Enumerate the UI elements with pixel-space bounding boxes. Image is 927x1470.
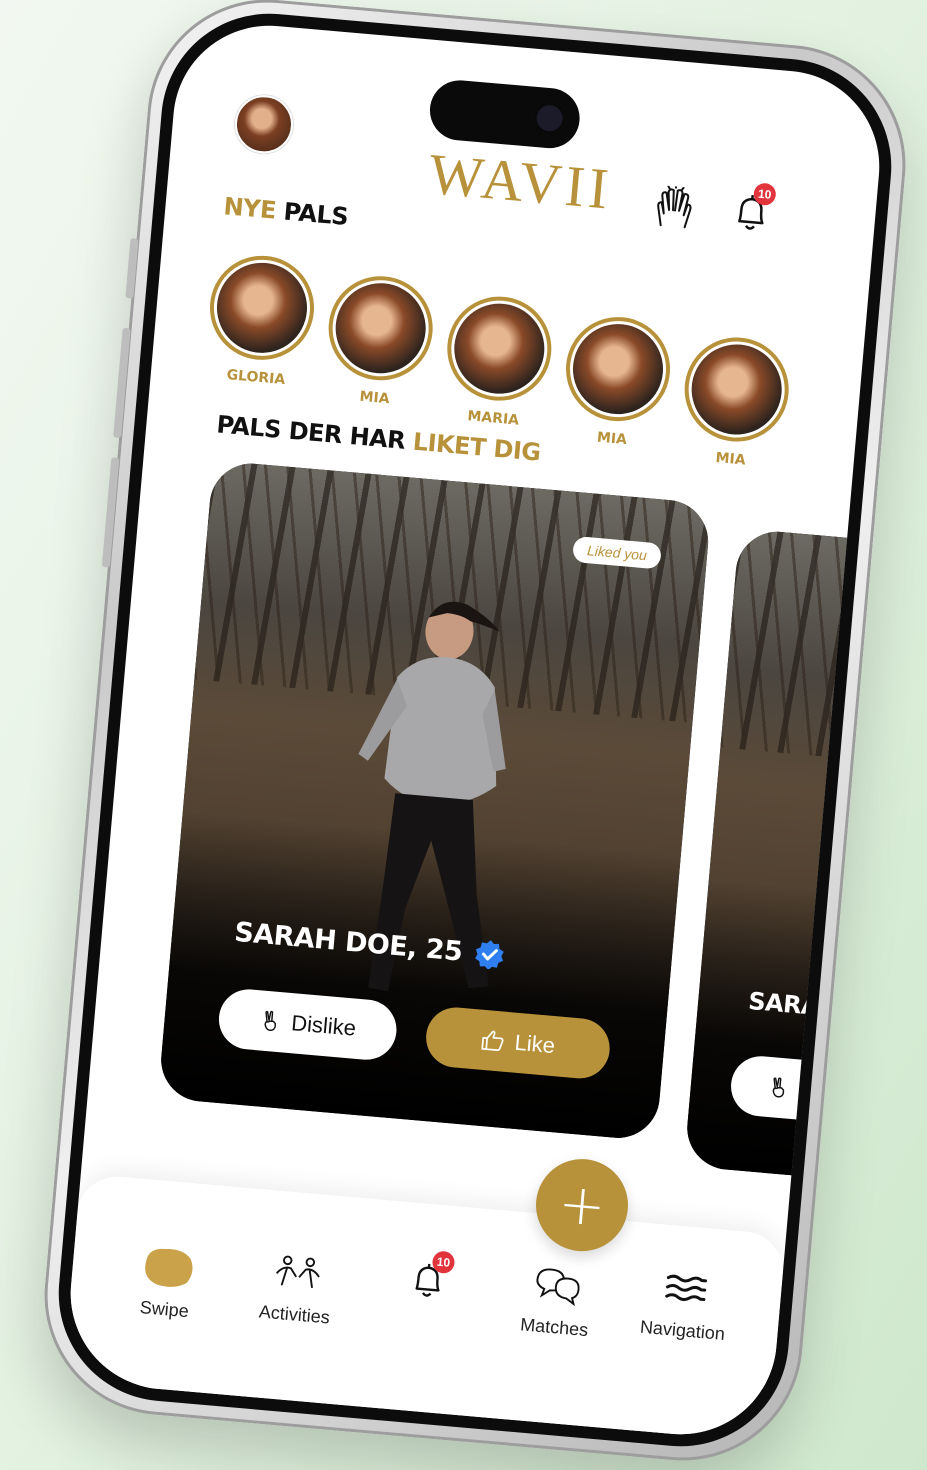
- nav-swipe[interactable]: Swipe: [99, 1238, 235, 1326]
- peace-hand-icon: [264, 1010, 276, 1031]
- app-screen: WAVII 10 NYE PALS GLORIA MIA MARIA MIA M…: [62, 17, 888, 1443]
- new-pals-heading-accent: NYE: [222, 192, 278, 225]
- story-item[interactable]: MARIA: [438, 292, 559, 431]
- story-name: MIA: [358, 388, 391, 408]
- menu-waves-icon: [665, 1274, 708, 1302]
- peace-hand-icon: [772, 1077, 784, 1098]
- nav-activities-label: Activities: [258, 1301, 331, 1328]
- story-item[interactable]: GLORIA: [200, 251, 321, 390]
- story-item[interactable]: MIA: [556, 312, 677, 451]
- story-ring: [442, 292, 556, 406]
- story-ring: [561, 312, 675, 426]
- story-ring: [324, 271, 437, 385]
- story-ring: [680, 333, 794, 446]
- dynamic-island: [427, 77, 583, 151]
- story-name: GLORIA: [225, 367, 286, 389]
- story-item[interactable]: MIA: [675, 333, 796, 472]
- nav-matches[interactable]: Matches: [489, 1256, 625, 1344]
- app-logo: WAVII: [426, 141, 615, 222]
- story-photo: [569, 320, 667, 418]
- stage: WAVII 10 NYE PALS GLORIA MIA MARIA MIA M…: [0, 0, 927, 1470]
- story-photo: [331, 279, 430, 377]
- new-pals-heading-text: PALS: [282, 197, 350, 231]
- story-item[interactable]: MIA: [319, 271, 440, 411]
- nav-navigation[interactable]: Navigation: [617, 1259, 753, 1347]
- profile-card[interactable]: Liked you SARAH DOE, 25 Dislike Like: [157, 460, 712, 1142]
- swipe-icon: [145, 1248, 193, 1287]
- dislike-label: Dislike: [290, 1010, 358, 1041]
- story-photo: [687, 340, 786, 439]
- verified-icon: [475, 940, 505, 971]
- like-label: Like: [513, 1029, 557, 1059]
- camera-icon: [532, 100, 567, 136]
- nav-notifications[interactable]: 10: [361, 1250, 495, 1309]
- nav-swipe-label: Swipe: [139, 1297, 190, 1322]
- notification-bell[interactable]: 10: [730, 182, 777, 236]
- nav-matches-label: Matches: [519, 1314, 590, 1341]
- story-name: MIA: [596, 429, 628, 449]
- story-ring: [205, 251, 319, 365]
- story-photo: [450, 299, 549, 398]
- story-name: MIA: [714, 449, 747, 469]
- thumbs-up-icon: [481, 1030, 504, 1051]
- phone-mockup: WAVII 10 NYE PALS GLORIA MIA MARIA MIA M…: [34, 0, 916, 1470]
- story-photo: [213, 259, 311, 357]
- chat-bubbles-icon: [536, 1268, 580, 1307]
- nav-activities[interactable]: Activities: [229, 1243, 365, 1331]
- story-name: MARIA: [466, 408, 520, 429]
- profile-avatar[interactable]: [232, 92, 296, 156]
- high-five-icon[interactable]: [650, 184, 698, 233]
- nav-navigation-label: Navigation: [639, 1316, 726, 1345]
- activities-icon: [276, 1255, 320, 1289]
- new-pals-heading: NYE PALS: [222, 192, 349, 231]
